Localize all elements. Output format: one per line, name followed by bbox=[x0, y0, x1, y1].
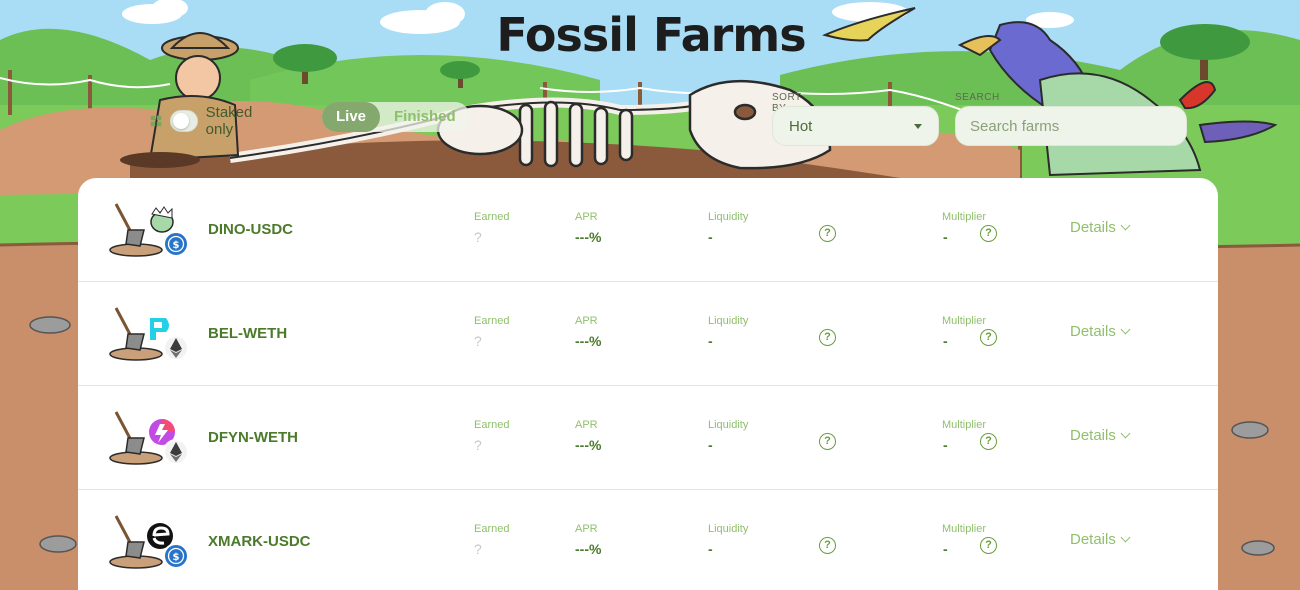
details-toggle[interactable]: Details bbox=[1070, 219, 1131, 236]
chevron-down-icon bbox=[1120, 532, 1131, 543]
sort-select[interactable]: Hot bbox=[772, 106, 939, 146]
apr-value: ---% bbox=[575, 333, 602, 349]
farm-row-xmark-usdc[interactable]: $ XMARK-USDC Earned ? APR ---% Liquidity… bbox=[78, 490, 1218, 590]
svg-text:$: $ bbox=[173, 552, 180, 563]
eth-icon bbox=[163, 439, 189, 465]
apr-label: APR bbox=[575, 315, 598, 327]
details-toggle[interactable]: Details bbox=[1070, 427, 1131, 444]
liquidity-value: - bbox=[708, 333, 713, 349]
liquidity-value: - bbox=[708, 229, 713, 245]
liquidity-label: Liquidity bbox=[708, 523, 749, 535]
caret-down-icon bbox=[914, 123, 922, 129]
usdc-icon: $ bbox=[163, 543, 189, 569]
farm-table: $ DINO-USDC Earned ? APR ---% Liquidity … bbox=[78, 178, 1218, 590]
staked-only-toggle[interactable] bbox=[170, 110, 198, 132]
farm-row-dfyn-weth[interactable]: DFYN-WETH Earned ? APR ---% Liquidity - … bbox=[78, 386, 1218, 490]
liquidity-help-icon[interactable]: ? bbox=[819, 329, 836, 346]
tab-live[interactable]: Live bbox=[322, 102, 381, 132]
multiplier-value: - bbox=[943, 437, 948, 453]
farm-pair-logo: $ bbox=[109, 515, 189, 569]
search-input[interactable] bbox=[955, 106, 1187, 146]
multiplier-label: Multiplier bbox=[942, 419, 987, 431]
usdc-icon: $ bbox=[163, 231, 189, 257]
grid-view-icon[interactable] bbox=[150, 113, 162, 129]
multiplier-value: - bbox=[943, 541, 948, 557]
multiplier-label: Multiplier bbox=[942, 523, 987, 535]
multiplier-help-icon[interactable]: ? bbox=[980, 433, 997, 450]
search-label: SEARCH bbox=[955, 92, 1000, 103]
sort-selected-value: Hot bbox=[789, 117, 813, 135]
details-label: Details bbox=[1070, 427, 1116, 444]
multiplier-help-icon[interactable]: ? bbox=[980, 225, 997, 242]
staked-only-label: Staked only bbox=[205, 104, 253, 138]
liquidity-label: Liquidity bbox=[708, 419, 749, 431]
farm-pair-name: XMARK-USDC bbox=[208, 533, 311, 550]
earned-label: Earned bbox=[474, 419, 510, 431]
chevron-down-icon bbox=[1120, 428, 1131, 439]
multiplier-label: Multiplier bbox=[942, 315, 987, 327]
apr-label: APR bbox=[575, 523, 598, 535]
earned-value: ? bbox=[474, 333, 482, 349]
liquidity-value: - bbox=[708, 437, 713, 453]
details-label: Details bbox=[1070, 531, 1116, 548]
multiplier-help-icon[interactable]: ? bbox=[980, 329, 997, 346]
liquidity-help-icon[interactable]: ? bbox=[819, 225, 836, 242]
earned-label: Earned bbox=[474, 523, 510, 535]
farm-pair-name: DINO-USDC bbox=[208, 221, 293, 238]
multiplier-label: Multiplier bbox=[942, 211, 987, 223]
farm-pair-name: BEL-WETH bbox=[208, 325, 288, 342]
toggle-knob bbox=[173, 113, 190, 129]
multiplier-value: - bbox=[943, 333, 948, 349]
apr-value: ---% bbox=[575, 437, 602, 453]
liquidity-value: - bbox=[708, 541, 713, 557]
chevron-down-icon bbox=[1120, 324, 1131, 335]
earned-value: ? bbox=[474, 229, 482, 245]
farm-pair-logo: $ bbox=[109, 203, 189, 257]
live-finished-tabs: Live Finished bbox=[322, 102, 470, 132]
base-token-icon bbox=[150, 206, 174, 233]
liquidity-help-icon[interactable]: ? bbox=[819, 433, 836, 450]
apr-value: ---% bbox=[575, 541, 602, 557]
apr-label: APR bbox=[575, 419, 598, 431]
liquidity-label: Liquidity bbox=[708, 211, 749, 223]
page-title: Fossil Farms bbox=[496, 8, 806, 62]
farm-row-bel-weth[interactable]: BEL-WETH Earned ? APR ---% Liquidity - ?… bbox=[78, 282, 1218, 386]
earned-label: Earned bbox=[474, 315, 510, 327]
details-toggle[interactable]: Details bbox=[1070, 323, 1131, 340]
earned-label: Earned bbox=[474, 211, 510, 223]
base-token-icon bbox=[150, 318, 169, 340]
earned-value: ? bbox=[474, 541, 482, 557]
apr-value: ---% bbox=[575, 229, 602, 245]
svg-text:$: $ bbox=[173, 240, 180, 251]
eth-icon bbox=[163, 335, 189, 361]
farm-pair-name: DFYN-WETH bbox=[208, 429, 298, 446]
multiplier-value: - bbox=[943, 229, 948, 245]
tab-finished[interactable]: Finished bbox=[380, 102, 470, 132]
farm-pair-logo bbox=[109, 411, 189, 465]
liquidity-label: Liquidity bbox=[708, 315, 749, 327]
farm-pair-logo bbox=[109, 307, 189, 361]
details-label: Details bbox=[1070, 219, 1116, 236]
apr-label: APR bbox=[575, 211, 598, 223]
details-toggle[interactable]: Details bbox=[1070, 531, 1131, 548]
staked-only-filter: Staked only bbox=[150, 104, 265, 138]
chevron-down-icon bbox=[1120, 220, 1131, 231]
details-label: Details bbox=[1070, 323, 1116, 340]
liquidity-help-icon[interactable]: ? bbox=[819, 537, 836, 554]
earned-value: ? bbox=[474, 437, 482, 453]
farm-row-dino-usdc[interactable]: $ DINO-USDC Earned ? APR ---% Liquidity … bbox=[78, 178, 1218, 282]
multiplier-help-icon[interactable]: ? bbox=[980, 537, 997, 554]
